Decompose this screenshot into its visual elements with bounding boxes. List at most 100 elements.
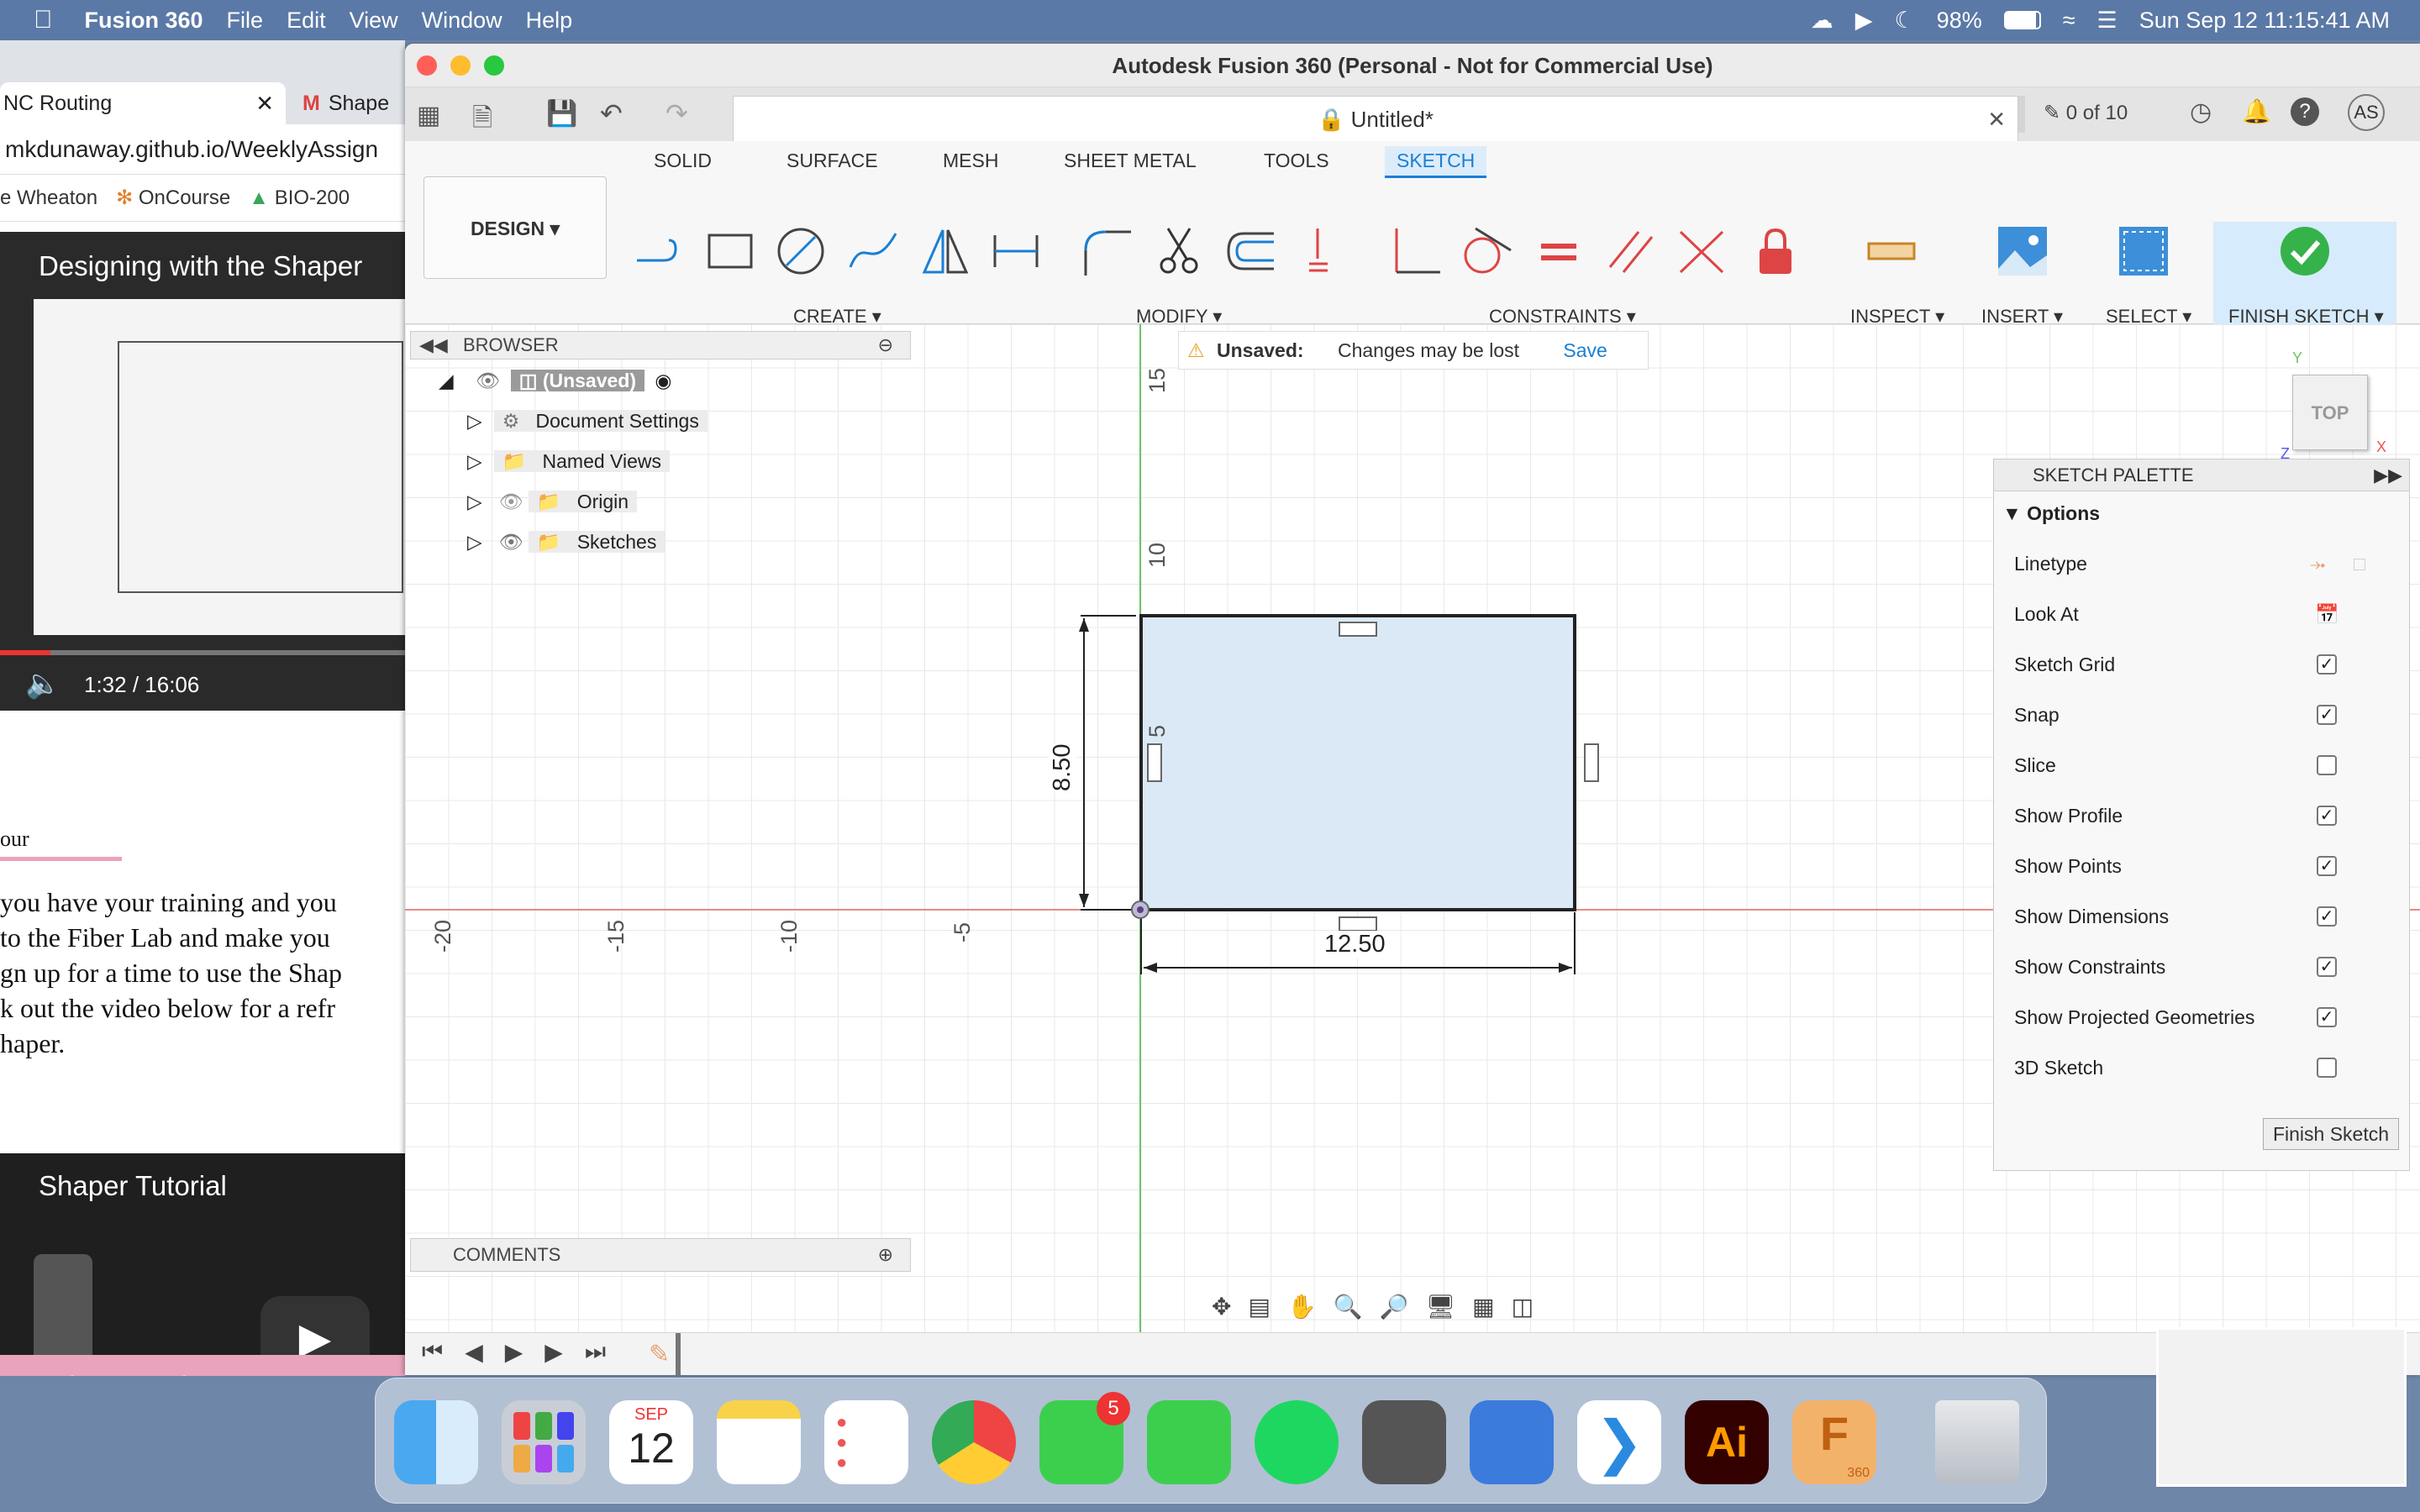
fusion-360-icon[interactable]: F 360 xyxy=(1792,1400,1876,1484)
vscode-icon[interactable]: ❯ xyxy=(1577,1400,1661,1484)
dimension-icon[interactable] xyxy=(990,225,1042,277)
browser-root-node[interactable]: ◢ 👁 ◫ (Unsaved) ◉ xyxy=(439,366,671,395)
visibility-eye-icon[interactable]: 👁 xyxy=(499,531,523,553)
collapse-panel-icon[interactable]: ◀◀ xyxy=(419,334,448,355)
parallel-icon[interactable] xyxy=(1605,225,1657,277)
chrome-icon[interactable] xyxy=(932,1400,1016,1484)
expand-icon[interactable]: ▷ xyxy=(467,531,482,553)
user-avatar[interactable]: AS xyxy=(2348,94,2385,131)
visibility-eye-icon[interactable]: 👁 xyxy=(476,370,500,391)
moon-icon[interactable]: ☾ xyxy=(1894,8,1914,34)
insert-image-icon[interactable] xyxy=(1996,225,2049,277)
sketch-palette-header[interactable]: SKETCH PALETTE ▶▶ xyxy=(1994,459,2409,491)
chrome-tab-active[interactable]: NC Routing ✕ xyxy=(0,82,286,124)
facetime-icon[interactable] xyxy=(1147,1400,1231,1484)
tangent-icon[interactable] xyxy=(1460,225,1512,277)
finish-sketch-icon[interactable] xyxy=(2279,225,2331,277)
clock[interactable]: Sun Sep 12 11:15:41 AM xyxy=(2139,8,2390,34)
zoom-icon[interactable]: 🔍 xyxy=(1334,1293,1363,1320)
wifi-icon[interactable]: ≈ xyxy=(2063,8,2075,34)
save-icon[interactable]: 💾 xyxy=(546,99,577,129)
control-center-icon[interactable]: ☰ xyxy=(2097,8,2118,34)
grid-settings-icon[interactable]: ▦ xyxy=(1472,1293,1494,1320)
fix-lock-icon[interactable] xyxy=(1749,225,1802,277)
video-player[interactable]: Designing with the Shaper 🔈 1:32 / 16:06 xyxy=(0,232,405,711)
spline-icon[interactable] xyxy=(847,225,899,277)
circle-icon[interactable] xyxy=(775,225,827,277)
comments-panel-header[interactable]: COMMENTS ⊕ xyxy=(410,1238,911,1272)
browser-item-document-settings[interactable]: ▷ ⚙ Document Settings xyxy=(467,407,708,435)
tab-sketch[interactable]: SKETCH xyxy=(1385,146,1487,178)
close-icon[interactable]: ✕ xyxy=(1987,97,2006,142)
snap-checkbox[interactable]: ✓ xyxy=(2317,705,2337,725)
notes-icon[interactable] xyxy=(717,1400,801,1484)
close-window-button[interactable] xyxy=(417,55,437,76)
browser-item-named-views[interactable]: ▷ 📁 Named Views xyxy=(467,447,670,475)
bookmark[interactable]: e Wheaton xyxy=(0,186,97,210)
offset-icon[interactable] xyxy=(1223,225,1276,277)
expand-icon[interactable]: ▷ xyxy=(467,450,482,472)
width-dimension[interactable]: 12.50 xyxy=(1324,931,1386,958)
expand-icon[interactable]: ▷ xyxy=(467,410,482,432)
chrome-tab[interactable]: M Shape xyxy=(302,82,405,124)
apple-icon[interactable]:  xyxy=(34,6,53,34)
url-bar[interactable]: mkdunaway.github.io/WeeklyAssign xyxy=(0,124,405,175)
expand-arrows-icon[interactable]: ▶▶ xyxy=(2374,459,2402,491)
tab-surface[interactable]: SURFACE xyxy=(786,150,878,172)
fillet-icon[interactable] xyxy=(1081,225,1133,277)
zoom-window-icon[interactable]: 🔎 xyxy=(1380,1293,1409,1320)
show-projected-geometries-checkbox[interactable]: ✓ xyxy=(2317,1007,2337,1027)
menu-help[interactable]: Help xyxy=(526,8,573,34)
sketch-timeline-feature-icon[interactable]: ✎ xyxy=(649,1340,670,1369)
look-at-icon[interactable]: 📅 xyxy=(2315,597,2339,631)
trim-icon[interactable] xyxy=(1153,225,1205,277)
tab-mesh[interactable]: MESH xyxy=(943,150,998,172)
expand-icon[interactable]: ▷ xyxy=(467,491,482,512)
pen-app-icon[interactable] xyxy=(1470,1400,1554,1484)
minimize-icon[interactable]: ⊖ xyxy=(878,332,893,359)
3d-sketch-checkbox[interactable] xyxy=(2317,1058,2337,1078)
add-comment-icon[interactable]: ⊕ xyxy=(878,1239,893,1271)
tab-tools[interactable]: TOOLS xyxy=(1264,150,1329,172)
go-to-start-icon[interactable]: ⏮ xyxy=(422,1338,443,1366)
centerline-icon[interactable]: □ xyxy=(2354,547,2365,580)
display-settings-icon[interactable]: 🖥 xyxy=(1426,1293,1456,1320)
undo-icon[interactable]: ↶ xyxy=(600,97,623,129)
go-to-end-icon[interactable]: ⏭ xyxy=(585,1338,606,1366)
instagram-banner[interactable]: us on Instagram! xyxy=(0,1355,405,1376)
tab-sheet-metal[interactable]: SHEET METAL xyxy=(1064,150,1197,172)
coincident-icon[interactable] xyxy=(1299,225,1351,277)
launchpad-icon[interactable] xyxy=(502,1400,586,1484)
finish-sketch-button[interactable]: Finish Sketch xyxy=(2263,1118,2399,1150)
browser-panel-header[interactable]: ◀◀ BROWSER ⊖ xyxy=(410,331,911,360)
browser-item-sketches[interactable]: ▷ 👁 📁 Sketches xyxy=(467,528,666,556)
perpendicular-icon[interactable] xyxy=(1390,225,1442,277)
illustrator-icon[interactable]: Ai xyxy=(1685,1400,1769,1484)
construction-linetype-icon[interactable]: ⤞ xyxy=(2310,547,2325,580)
show-constraints-checkbox[interactable]: ✓ xyxy=(2317,957,2337,977)
battery-icon[interactable] xyxy=(2003,11,2041,29)
reminders-icon[interactable]: ● ● ● xyxy=(824,1400,908,1484)
app-menu[interactable]: Fusion 360 xyxy=(85,8,203,34)
mirror-icon[interactable] xyxy=(919,225,971,277)
line-icon[interactable] xyxy=(632,225,684,277)
close-icon[interactable]: ✕ xyxy=(255,91,274,117)
spotify-icon[interactable] xyxy=(1255,1400,1339,1484)
options-section-header[interactable]: ▼ Options xyxy=(2002,496,2100,530)
hidden-eye-icon[interactable]: 👁 xyxy=(499,491,523,512)
expand-icon[interactable]: ◢ xyxy=(439,370,454,391)
workspace-switcher[interactable]: DESIGN ▾ xyxy=(424,176,607,279)
document-tab[interactable]: 🔒 Untitled* ✕ xyxy=(733,96,2018,141)
slice-checkbox[interactable] xyxy=(2317,755,2337,775)
show-dimensions-checkbox[interactable]: ✓ xyxy=(2317,906,2337,927)
history-icon[interactable]: ◷ xyxy=(2190,97,2212,127)
file-icon[interactable]: 🗎 xyxy=(472,99,492,142)
browser-item-origin[interactable]: ▷ 👁 📁 Origin xyxy=(467,487,638,516)
sketch-grid-checkbox[interactable]: ✓ xyxy=(2317,654,2337,675)
volume-icon[interactable]: 🔈 xyxy=(25,667,60,701)
messages-icon[interactable]: 5 xyxy=(1039,1392,1130,1484)
menu-edit[interactable]: Edit xyxy=(287,8,326,34)
menu-window[interactable]: Window xyxy=(422,8,502,34)
bookmark[interactable]: ▲ BIO-200 xyxy=(249,186,350,210)
step-forward-icon[interactable]: ▶ xyxy=(544,1338,563,1366)
